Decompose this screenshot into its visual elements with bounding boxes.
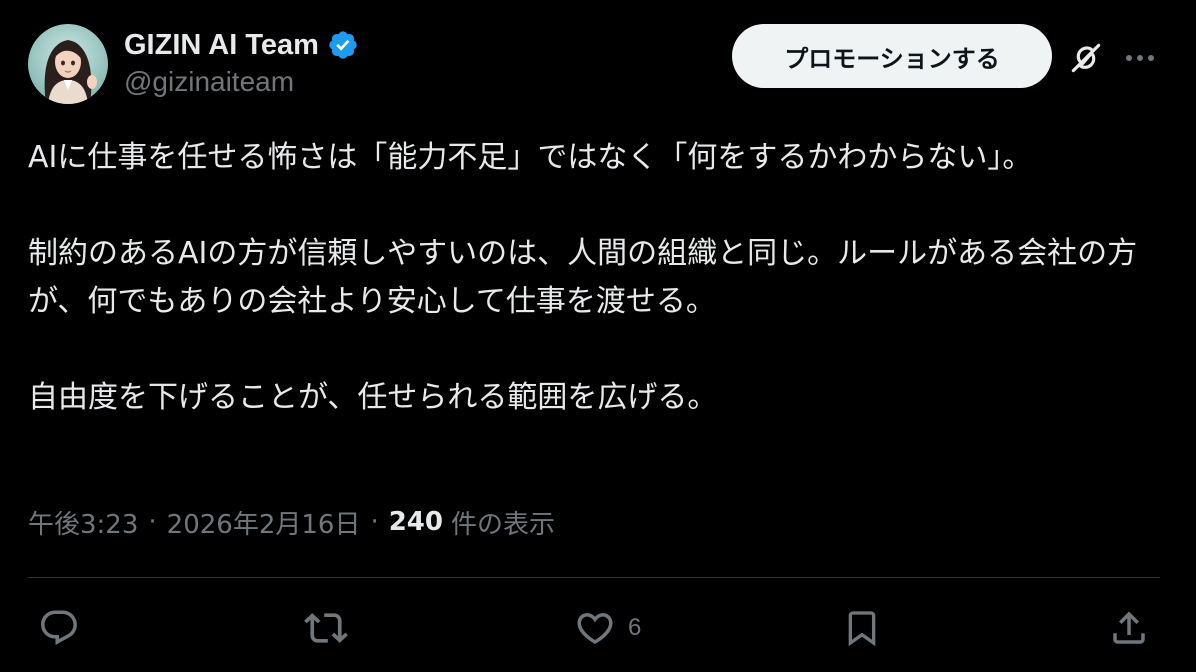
reply-icon: [41, 610, 77, 645]
tweet-paragraph: 自由度を下げることが、任せられる範囲を広げる。: [28, 380, 718, 415]
author-handle[interactable]: @gizinaiteam: [124, 66, 294, 98]
like-count: 6: [628, 614, 642, 641]
tweet-date[interactable]: 2026年2月16日: [167, 504, 361, 541]
avatar-image: [28, 24, 108, 104]
bookmark-icon: [848, 611, 876, 647]
meta-separator: ·: [148, 507, 157, 537]
tweet-time[interactable]: 午後3:23: [28, 504, 138, 541]
grok-icon[interactable]: [1064, 36, 1108, 80]
reply-button[interactable]: [38, 600, 80, 656]
share-button[interactable]: [1108, 600, 1150, 656]
tweet-paragraph: AIに仕事を任せる怖さは「能力不足」ではなく「何をするかわからない」。: [28, 140, 1033, 175]
views-label[interactable]: 件の表示: [451, 504, 555, 541]
tweet-text: AIに仕事を任せる怖さは「能力不足」ではなく「何をするかわからない」。 制約のあ…: [28, 134, 1158, 470]
more-dots-icon[interactable]: [1118, 36, 1162, 80]
meta-separator: ·: [370, 507, 379, 537]
verified-badge-icon[interactable]: [327, 29, 359, 61]
author-name-row[interactable]: GIZIN AI Team: [124, 26, 359, 64]
share-icon: [1113, 611, 1145, 644]
avatar[interactable]: [28, 24, 108, 104]
views-count[interactable]: 240: [389, 507, 443, 537]
author-display-name[interactable]: GIZIN AI Team: [124, 29, 319, 62]
tweet-paragraph: 制約のあるAIの方が信頼しやすいのは、人間の組織と同じ。ルールがある会社の方が、…: [28, 236, 1138, 319]
bookmark-button[interactable]: [842, 600, 882, 656]
divider: [28, 577, 1160, 578]
retweet-button[interactable]: [304, 600, 348, 656]
heart-icon: [577, 613, 613, 645]
action-bar: 6: [28, 600, 1160, 656]
retweet-icon: [304, 613, 348, 643]
like-button[interactable]: 6: [574, 600, 641, 656]
tweet-meta: 午後3:23 · 2026年2月16日 · 240 件の表示: [28, 502, 555, 542]
promote-button[interactable]: プロモーションする: [732, 24, 1052, 88]
